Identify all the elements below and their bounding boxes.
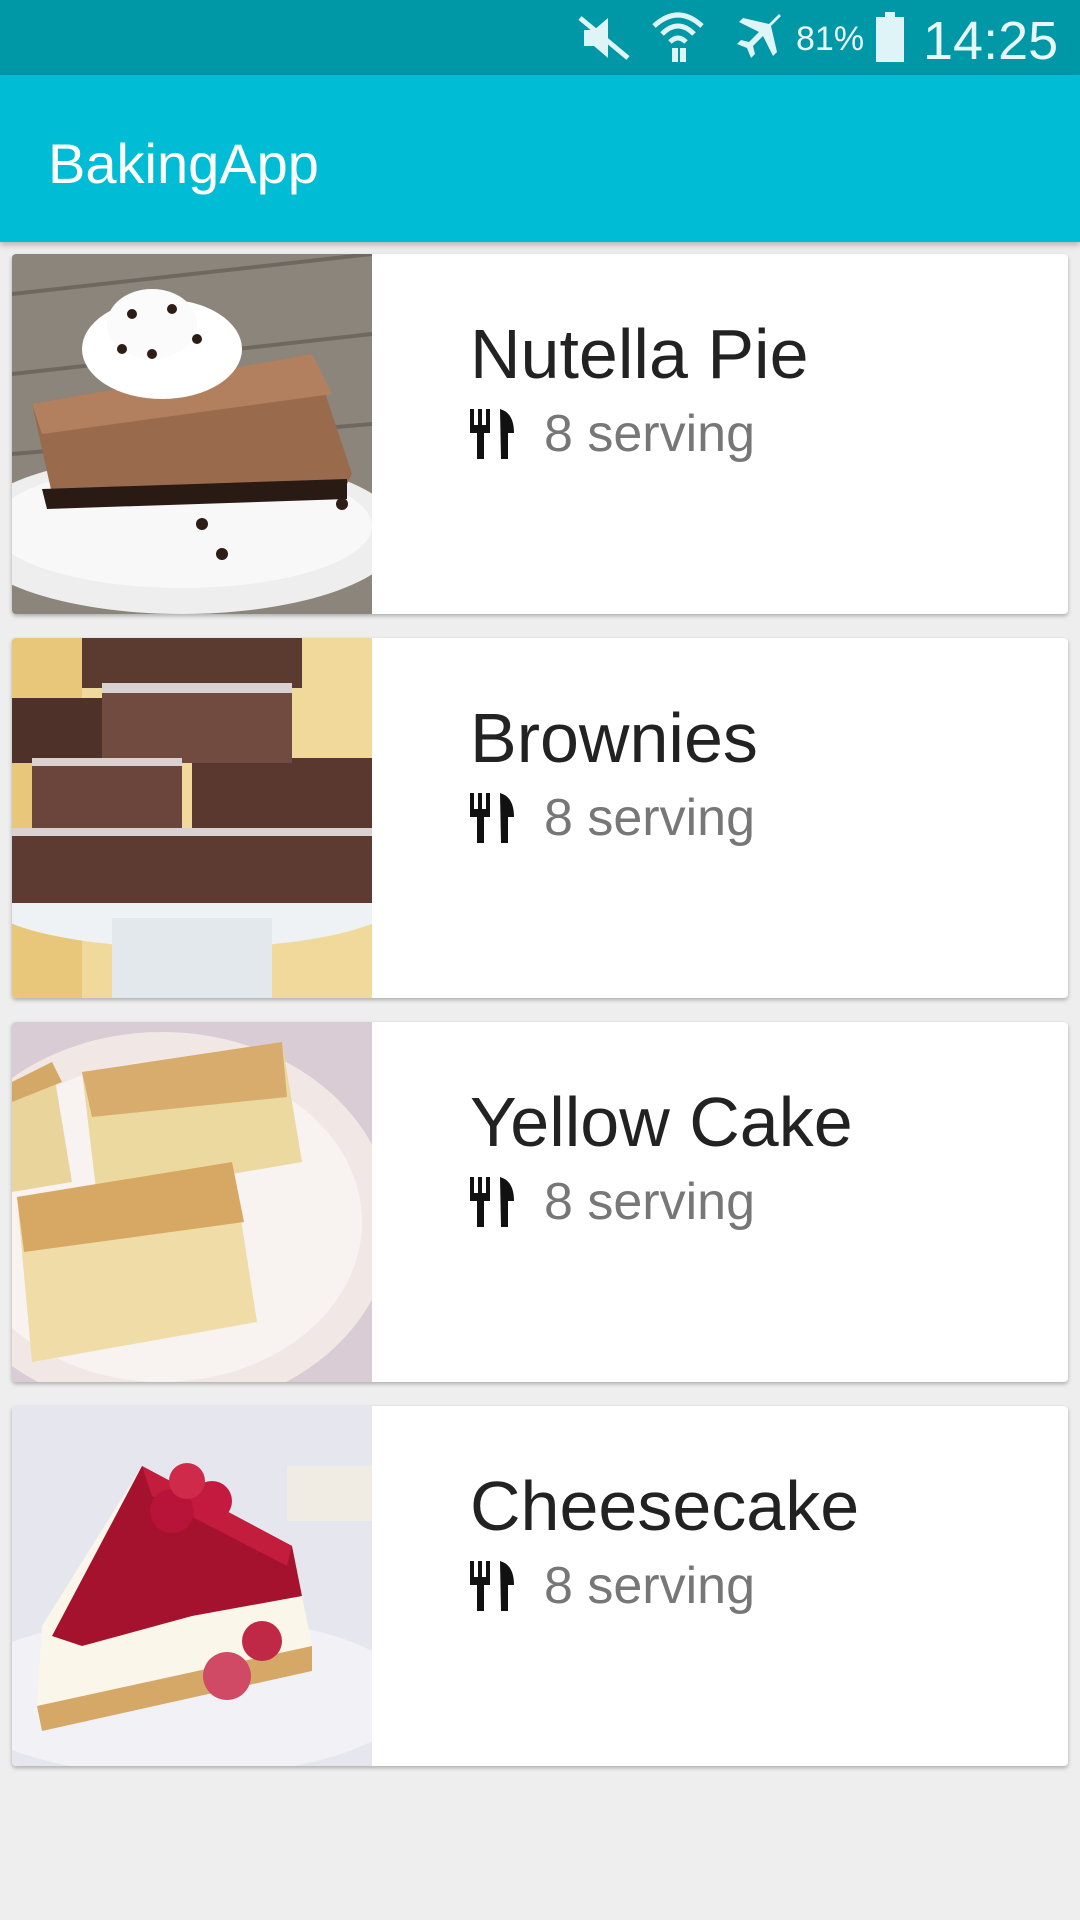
servings-text: 8 serving (544, 1173, 755, 1231)
battery-percent: 81% (796, 20, 865, 58)
app-title: BakingApp (48, 132, 319, 195)
recipe-name: Nutella Pie (470, 315, 809, 393)
servings-text: 8 serving (544, 405, 755, 463)
recipe-card-yellow-cake[interactable]: Yellow Cake 8 serving (12, 1022, 1068, 1382)
recipe-name: Yellow Cake (470, 1083, 853, 1161)
utensils-icon (470, 409, 514, 459)
battery-icon (876, 12, 904, 62)
servings-row: 8 serving (470, 405, 755, 463)
servings-row: 8 serving (470, 1173, 755, 1231)
app-bar: BakingApp (0, 75, 1080, 242)
cheesecake-image (12, 1406, 372, 1766)
utensils-icon (470, 793, 514, 843)
brownies-image (12, 638, 372, 998)
status-bar: 81% 14:25 (0, 0, 1080, 75)
servings-row: 8 serving (470, 789, 755, 847)
servings-row: 8 serving (470, 1557, 755, 1615)
recipe-card-nutella-pie[interactable]: Nutella Pie 8 serving (12, 254, 1068, 614)
wifi-icon (652, 12, 704, 62)
airplane-mode-icon (737, 14, 781, 58)
servings-text: 8 serving (544, 1557, 755, 1615)
nutella-pie-image (12, 254, 372, 614)
utensils-icon (470, 1561, 514, 1611)
yellow-cake-image (12, 1022, 372, 1382)
clock: 14:25 (923, 11, 1059, 71)
recipe-name: Brownies (470, 699, 758, 777)
recipe-card-cheesecake[interactable]: Cheesecake 8 serving (12, 1406, 1068, 1766)
recipe-name: Cheesecake (470, 1467, 860, 1545)
recipe-card-brownies[interactable]: Brownies 8 serving (12, 638, 1068, 998)
servings-text: 8 serving (544, 789, 755, 847)
utensils-icon (470, 1177, 514, 1227)
mute-icon (578, 16, 630, 60)
